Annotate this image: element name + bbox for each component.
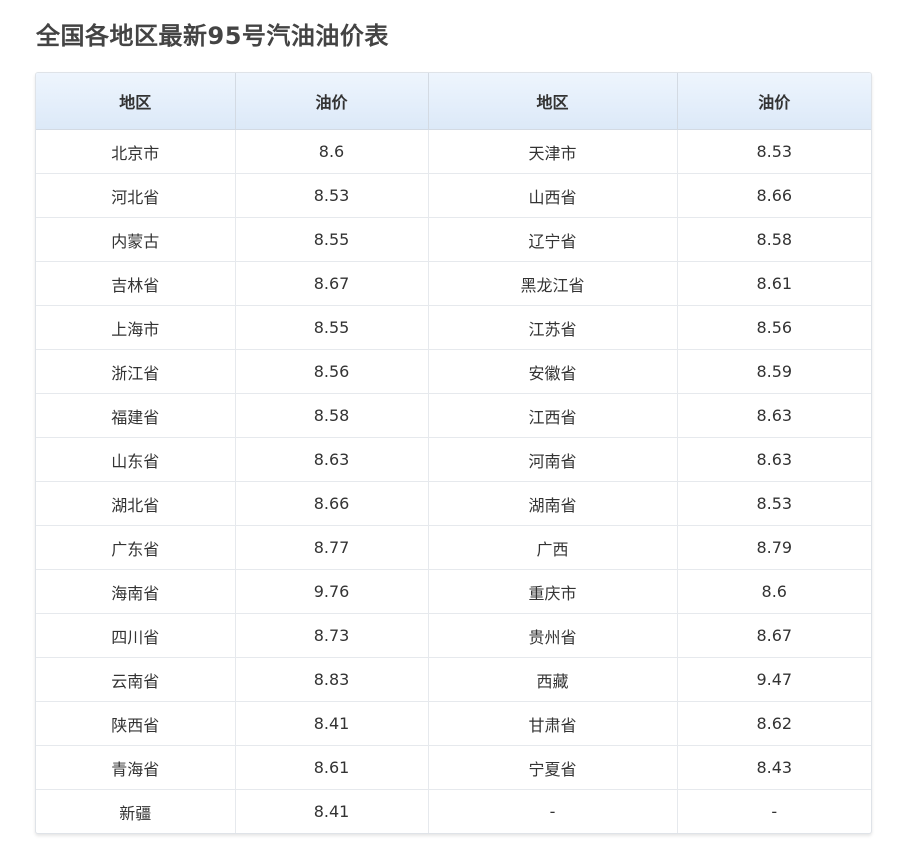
- price-left-cell: 8.6: [235, 129, 429, 174]
- price-right-cell: 9.47: [677, 657, 871, 702]
- price-left-cell: 8.55: [235, 217, 429, 262]
- price-left-cell: 8.61: [235, 745, 429, 790]
- price-right-cell: 8.79: [677, 525, 871, 570]
- price-right-cell: -: [771, 802, 778, 821]
- region-left-cell: 上海市: [36, 305, 236, 350]
- region-right-cell: 西藏: [428, 657, 678, 702]
- region-left-cell: 河北省: [36, 173, 236, 218]
- region-right-cell: 安徽省: [428, 349, 678, 394]
- table-row: 福建省 8.58 江西省 8.63: [36, 393, 871, 438]
- region-left-cell: 山东省: [36, 437, 236, 482]
- region-right-cell: 黑龙江省: [428, 261, 678, 306]
- price-left-cell: 8.66: [235, 481, 429, 526]
- table-row: 湖北省 8.66 湖南省 8.53: [36, 481, 871, 526]
- price-left-cell: 8.41: [235, 789, 429, 833]
- oil-price-table: 地区 油价 地区 油价 北京市 8.6 天津市 8.53 河北省 8.53 山西省 8.66 内…: [36, 73, 871, 833]
- region-left-cell: 陕西省: [36, 701, 236, 746]
- region-left-cell: 青海省: [36, 745, 236, 790]
- table-row: 北京市 8.6 天津市 8.53: [36, 129, 871, 174]
- price-left-cell: 9.76: [235, 569, 429, 614]
- table-row: 内蒙古 8.55 辽宁省 8.58: [36, 217, 871, 262]
- table-row: 吉林省 8.67 黑龙江省 8.61: [36, 261, 871, 306]
- region-left-cell: 新疆: [36, 789, 236, 833]
- price-left-cell: 8.58: [235, 393, 429, 438]
- price-right-cell: 8.63: [677, 393, 871, 438]
- region-right-cell: 江西省: [428, 393, 678, 438]
- table-row: 广东省 8.77 广西 8.79: [36, 525, 871, 570]
- region-right-cell: 天津市: [428, 129, 678, 174]
- region-left-cell: 广东省: [36, 525, 236, 570]
- price-right-cell: 8.62: [677, 701, 871, 746]
- price-right-cell: 8.66: [677, 173, 871, 218]
- table-row: 四川省 8.73 贵州省 8.67: [36, 613, 871, 658]
- price-right-cell: 8.43: [677, 745, 871, 790]
- table-row: 陕西省 8.41 甘肃省 8.62: [36, 701, 871, 746]
- table-row: 海南省 9.76 重庆市 8.6: [36, 569, 871, 614]
- region-left-cell: 内蒙古: [36, 217, 236, 262]
- region-right-cell: 山西省: [428, 173, 678, 218]
- price-left-cell: 8.41: [235, 701, 429, 746]
- header-price-right: 油价: [677, 73, 871, 130]
- price-right-cell: 8.59: [677, 349, 871, 394]
- region-left-cell: 海南省: [36, 569, 236, 614]
- price-right-cell: 8.56: [677, 305, 871, 350]
- price-right-cell: 8.63: [677, 437, 871, 482]
- region-right-cell: 广西: [428, 525, 678, 570]
- table-row: 青海省 8.61 宁夏省 8.43: [36, 745, 871, 790]
- price-left-cell: 8.73: [235, 613, 429, 658]
- table-row: 上海市 8.55 江苏省 8.56: [36, 305, 871, 350]
- table-row: 新疆 8.41- -: [36, 789, 871, 833]
- oil-price-table-card: 地区 油价 地区 油价 北京市 8.6 天津市 8.53 河北省 8.53 山西省 8.66 内…: [35, 72, 872, 834]
- header-region-left: 地区: [36, 73, 236, 130]
- region-right-cell: 重庆市: [428, 569, 678, 614]
- price-right-cell: 8.58: [677, 217, 871, 262]
- price-right-cell: 8.61: [677, 261, 871, 306]
- header-region-right: 地区: [428, 73, 678, 130]
- price-left-cell: 8.63: [235, 437, 429, 482]
- price-left-cell: 8.77: [235, 525, 429, 570]
- region-left-cell: 湖北省: [36, 481, 236, 526]
- region-right-cell: 贵州省: [428, 613, 678, 658]
- region-right-cell: 辽宁省: [428, 217, 678, 262]
- price-right-cell: 8.6: [677, 569, 871, 614]
- region-right-cell: 江苏省: [428, 305, 678, 350]
- page-title: 全国各地区最新95号汽油油价表: [36, 22, 389, 50]
- region-left-cell: 浙江省: [36, 349, 236, 394]
- region-right-cell: 宁夏省: [428, 745, 678, 790]
- region-right-cell: 甘肃省: [428, 701, 678, 746]
- price-right-cell: 8.67: [677, 613, 871, 658]
- price-left-cell: 8.55: [235, 305, 429, 350]
- price-right-cell: 8.53: [677, 129, 871, 174]
- region-left-cell: 四川省: [36, 613, 236, 658]
- region-left-cell: 北京市: [36, 129, 236, 174]
- price-left-cell: 8.83: [235, 657, 429, 702]
- price-left-cell: 8.53: [235, 173, 429, 218]
- table-row: 云南省 8.83 西藏 9.47: [36, 657, 871, 702]
- region-left-cell: 福建省: [36, 393, 236, 438]
- table-row: 浙江省 8.56 安徽省 8.59: [36, 349, 871, 394]
- region-right-cell: -: [428, 789, 678, 833]
- price-left-cell: 8.56: [235, 349, 429, 394]
- header-price-left: 油价: [235, 73, 429, 130]
- price-right-cell: 8.53: [677, 481, 871, 526]
- price-left-cell: 8.67: [235, 261, 429, 306]
- table-row: 河北省 8.53 山西省 8.66: [36, 173, 871, 218]
- table-body: 北京市 8.6 天津市 8.53 河北省 8.53 山西省 8.66 内蒙古 8.55 辽宁省 8.5…: [36, 129, 871, 833]
- table-row: 山东省 8.63 河南省 8.63: [36, 437, 871, 482]
- region-left-cell: 云南省: [36, 657, 236, 702]
- region-left-cell: 吉林省: [36, 261, 236, 306]
- region-right-cell: 湖南省: [428, 481, 678, 526]
- table-header-row: 地区 油价 地区 油价: [36, 73, 871, 130]
- region-right-cell: 河南省: [428, 437, 678, 482]
